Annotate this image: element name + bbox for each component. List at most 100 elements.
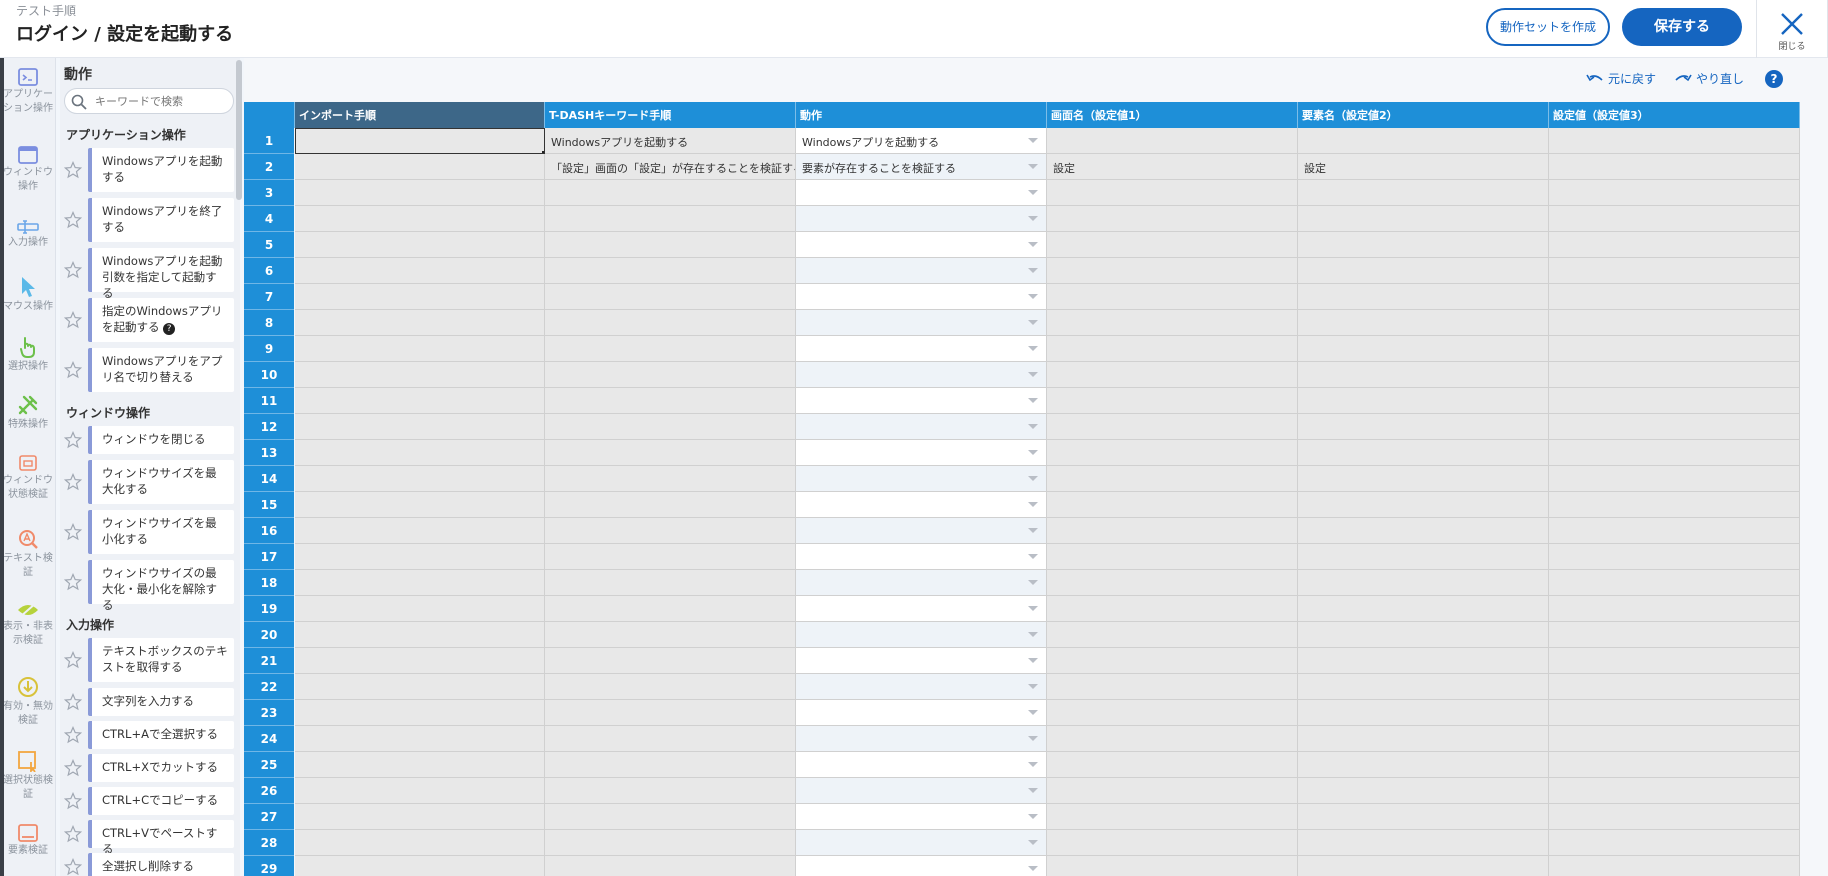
- grid-cell[interactable]: [1549, 804, 1800, 830]
- grid-cell[interactable]: [295, 492, 545, 518]
- grid-cell[interactable]: [295, 232, 545, 258]
- grid-cell[interactable]: [1298, 518, 1549, 544]
- star-icon[interactable]: [64, 651, 82, 669]
- grid-cell[interactable]: [545, 570, 796, 596]
- grid-cell[interactable]: [1047, 310, 1298, 336]
- grid-cell[interactable]: [1047, 232, 1298, 258]
- row-number[interactable]: 14: [244, 466, 294, 492]
- grid-cell[interactable]: [1298, 622, 1549, 648]
- action-select-cell[interactable]: [796, 258, 1047, 284]
- action-item[interactable]: Windowsアプリを起動引数を指定して起動する: [64, 248, 234, 300]
- grid-cell[interactable]: [1298, 466, 1549, 492]
- action-select-cell[interactable]: [796, 388, 1047, 414]
- grid-cell[interactable]: [1047, 830, 1298, 856]
- grid-cell[interactable]: [295, 648, 545, 674]
- grid-cell[interactable]: [1549, 284, 1800, 310]
- star-icon[interactable]: [64, 825, 82, 843]
- grid-cell[interactable]: [1298, 440, 1549, 466]
- grid-cell[interactable]: [1549, 648, 1800, 674]
- grid-cell[interactable]: [1549, 726, 1800, 752]
- grid-cell[interactable]: [1549, 336, 1800, 362]
- grid-cell[interactable]: [1298, 206, 1549, 232]
- grid-cell[interactable]: [1549, 570, 1800, 596]
- save-button[interactable]: 保存する: [1622, 8, 1742, 46]
- grid-cell[interactable]: [1298, 362, 1549, 388]
- grid-cell[interactable]: [1549, 180, 1800, 206]
- grid-cell[interactable]: Windowsアプリを起動する: [545, 128, 796, 154]
- grid-cell[interactable]: [295, 180, 545, 206]
- grid-cell[interactable]: [295, 518, 545, 544]
- grid-cell[interactable]: [1047, 778, 1298, 804]
- grid-cell[interactable]: [545, 648, 796, 674]
- grid-cell[interactable]: [1047, 596, 1298, 622]
- column-header[interactable]: 設定値（設定値3）: [1549, 102, 1800, 128]
- grid-cell[interactable]: [1298, 336, 1549, 362]
- grid-cell[interactable]: [1298, 492, 1549, 518]
- action-select-cell[interactable]: [796, 674, 1047, 700]
- grid-cell[interactable]: [1047, 804, 1298, 830]
- action-item[interactable]: Windowsアプリをアプリ名で切り替える: [64, 348, 234, 392]
- grid-cell[interactable]: [1549, 440, 1800, 466]
- action-item[interactable]: CTRL+Vでペーストする: [64, 820, 234, 856]
- star-icon[interactable]: [64, 573, 82, 591]
- rail-item-window-state[interactable]: ウィンドウ状態検証: [0, 454, 55, 502]
- grid-cell[interactable]: [295, 362, 545, 388]
- grid-cell[interactable]: [295, 206, 545, 232]
- action-select-cell[interactable]: [796, 310, 1047, 336]
- action-select-cell[interactable]: [796, 752, 1047, 778]
- star-icon[interactable]: [64, 858, 82, 876]
- action-select-cell[interactable]: [796, 830, 1047, 856]
- grid-cell[interactable]: [1549, 674, 1800, 700]
- rail-item-special[interactable]: 特殊操作: [0, 394, 55, 432]
- column-header[interactable]: インポート手順: [295, 102, 545, 128]
- grid-cell[interactable]: [295, 570, 545, 596]
- row-number[interactable]: 11: [244, 388, 294, 414]
- grid-cell[interactable]: [1549, 778, 1800, 804]
- grid-cell[interactable]: [545, 804, 796, 830]
- grid-cell[interactable]: [1047, 388, 1298, 414]
- action-item[interactable]: CTRL+Cでコピーする: [64, 787, 234, 815]
- grid-cell[interactable]: [1047, 752, 1298, 778]
- grid-cell[interactable]: [545, 466, 796, 492]
- grid-cell[interactable]: [295, 778, 545, 804]
- star-icon[interactable]: [64, 523, 82, 541]
- undo-button[interactable]: 元に戻す: [1586, 70, 1656, 87]
- grid-cell[interactable]: [1298, 128, 1549, 154]
- action-select-cell[interactable]: [796, 492, 1047, 518]
- grid-cell[interactable]: [1047, 258, 1298, 284]
- create-action-set-button[interactable]: 動作セットを作成: [1486, 8, 1610, 46]
- grid-cell[interactable]: [1298, 284, 1549, 310]
- grid-cell[interactable]: [295, 622, 545, 648]
- row-number[interactable]: 9: [244, 336, 294, 362]
- row-number[interactable]: 22: [244, 674, 294, 700]
- grid-cell[interactable]: [1047, 440, 1298, 466]
- grid-cell[interactable]: [1047, 570, 1298, 596]
- grid-cell[interactable]: [1047, 362, 1298, 388]
- grid-cell[interactable]: [1047, 674, 1298, 700]
- star-icon[interactable]: [64, 261, 82, 279]
- search-box[interactable]: [64, 88, 234, 114]
- grid-cell[interactable]: [295, 336, 545, 362]
- action-item[interactable]: CTRL+Xでカットする: [64, 754, 234, 782]
- grid-cell[interactable]: [545, 362, 796, 388]
- grid-cell[interactable]: [1549, 154, 1800, 180]
- action-select-cell[interactable]: [796, 700, 1047, 726]
- rail-item-element[interactable]: 要素検証: [0, 824, 55, 858]
- grid-cell[interactable]: [545, 440, 796, 466]
- row-number[interactable]: 15: [244, 492, 294, 518]
- action-select-cell[interactable]: [796, 362, 1047, 388]
- redo-button[interactable]: やり直し: [1674, 70, 1744, 87]
- rail-item-select[interactable]: 選択操作: [0, 336, 55, 374]
- grid-cell[interactable]: [545, 180, 796, 206]
- action-select-cell[interactable]: [796, 180, 1047, 206]
- grid-cell[interactable]: [1298, 180, 1549, 206]
- row-number[interactable]: 26: [244, 778, 294, 804]
- star-icon[interactable]: [64, 361, 82, 379]
- column-header[interactable]: 要素名（設定値2）: [1298, 102, 1549, 128]
- rail-item-window[interactable]: ウィンドウ操作: [0, 146, 55, 194]
- grid-cell[interactable]: [295, 414, 545, 440]
- row-number[interactable]: 21: [244, 648, 294, 674]
- action-item[interactable]: ウィンドウサイズを最小化する: [64, 510, 234, 554]
- grid-cell[interactable]: [545, 414, 796, 440]
- rail-item-visibility[interactable]: 表示・非表示検証: [0, 602, 55, 648]
